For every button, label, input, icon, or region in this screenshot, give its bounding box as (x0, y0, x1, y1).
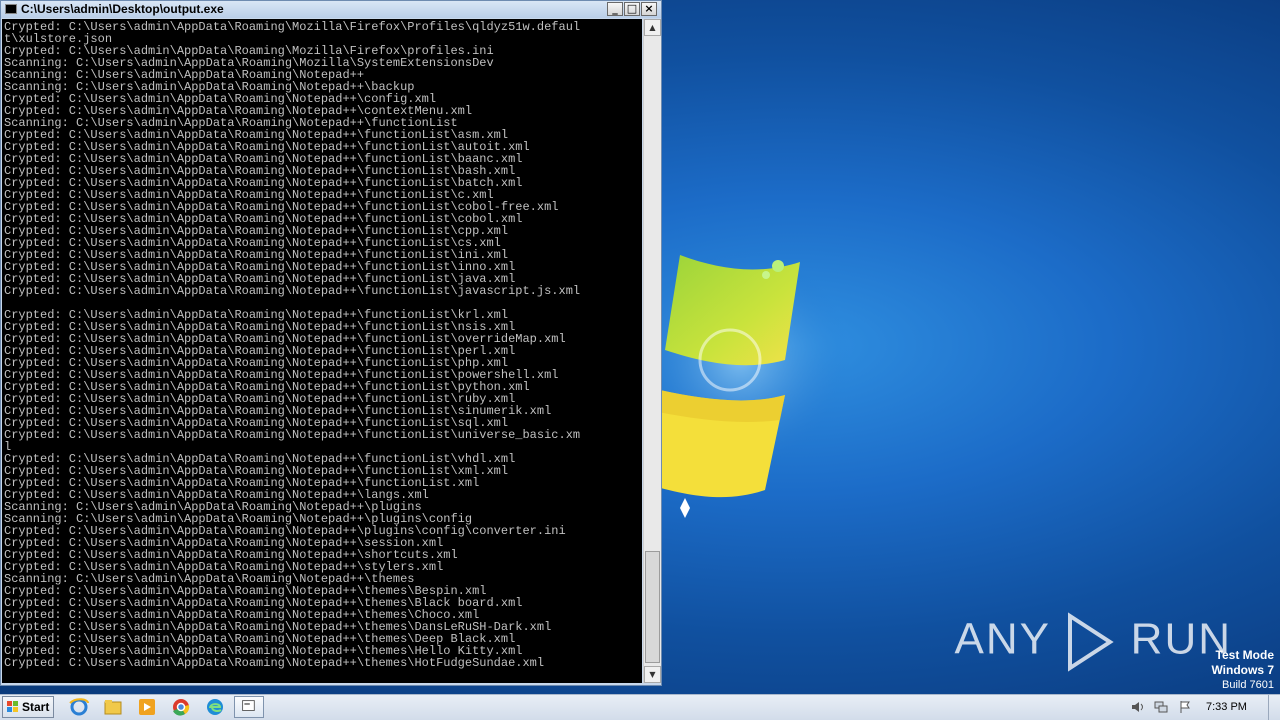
clock[interactable]: 7:33 PM (1206, 701, 1247, 713)
play-logo-icon (1068, 612, 1115, 672)
action-center-flag-icon[interactable] (1178, 700, 1192, 714)
media-player-icon[interactable] (134, 697, 160, 717)
test-mode-notice: Test Mode Windows 7 Build 7601 (1211, 648, 1274, 693)
window-title: C:\Users\admin\Desktop\output.exe (21, 2, 224, 16)
speaker-icon[interactable] (1130, 700, 1144, 714)
console-window[interactable]: C:\Users\admin\Desktop\output.exe _ □ × … (0, 0, 662, 686)
console-line: Crypted: C:\Users\admin\AppData\Roaming\… (4, 428, 581, 442)
scroll-down-arrow-icon[interactable]: ▼ (644, 666, 661, 683)
maximize-button[interactable]: □ (624, 2, 640, 16)
network-icon[interactable] (1154, 700, 1168, 714)
test-mode-line2: Windows 7 (1211, 663, 1274, 677)
test-mode-line3: Build 7601 (1222, 679, 1274, 691)
console-line: Crypted: C:\Users\admin\AppData\Roaming\… (4, 284, 581, 298)
start-button[interactable]: Start (2, 696, 54, 718)
console-app-icon (5, 4, 17, 14)
console-app-icon (242, 700, 255, 711)
internet-explorer-icon[interactable] (66, 697, 92, 717)
file-explorer-icon[interactable] (100, 697, 126, 717)
watermark-left: ANY (954, 614, 1051, 664)
chrome-icon[interactable] (168, 697, 194, 717)
minimize-button[interactable]: _ (607, 2, 623, 16)
console-output[interactable]: Crypted: C:\Users\admin\AppData\Roaming\… (2, 19, 642, 683)
show-desktop-button[interactable] (1268, 695, 1280, 720)
test-mode-line1: Test Mode (1215, 648, 1274, 662)
scroll-up-arrow-icon[interactable]: ▲ (644, 19, 661, 36)
title-bar[interactable]: C:\Users\admin\Desktop\output.exe _ □ × (1, 1, 661, 18)
scrollbar-thumb[interactable] (645, 551, 660, 663)
start-label: Start (22, 700, 50, 714)
close-button[interactable]: × (641, 2, 657, 16)
edge-icon[interactable] (202, 697, 228, 717)
system-tray (1122, 695, 1280, 720)
console-text: Crypted: C:\Users\admin\AppData\Roaming\… (2, 19, 642, 669)
anyrun-watermark: ANY RUN (955, 612, 1232, 672)
console-taskbar-button[interactable] (234, 696, 264, 718)
windows-flag-icon (7, 701, 18, 712)
vertical-scrollbar[interactable]: ▲ ▼ (643, 19, 661, 683)
taskbar: Start 7:33 PM (0, 694, 1280, 720)
console-line: Crypted: C:\Users\admin\AppData\Roaming\… (4, 656, 545, 670)
